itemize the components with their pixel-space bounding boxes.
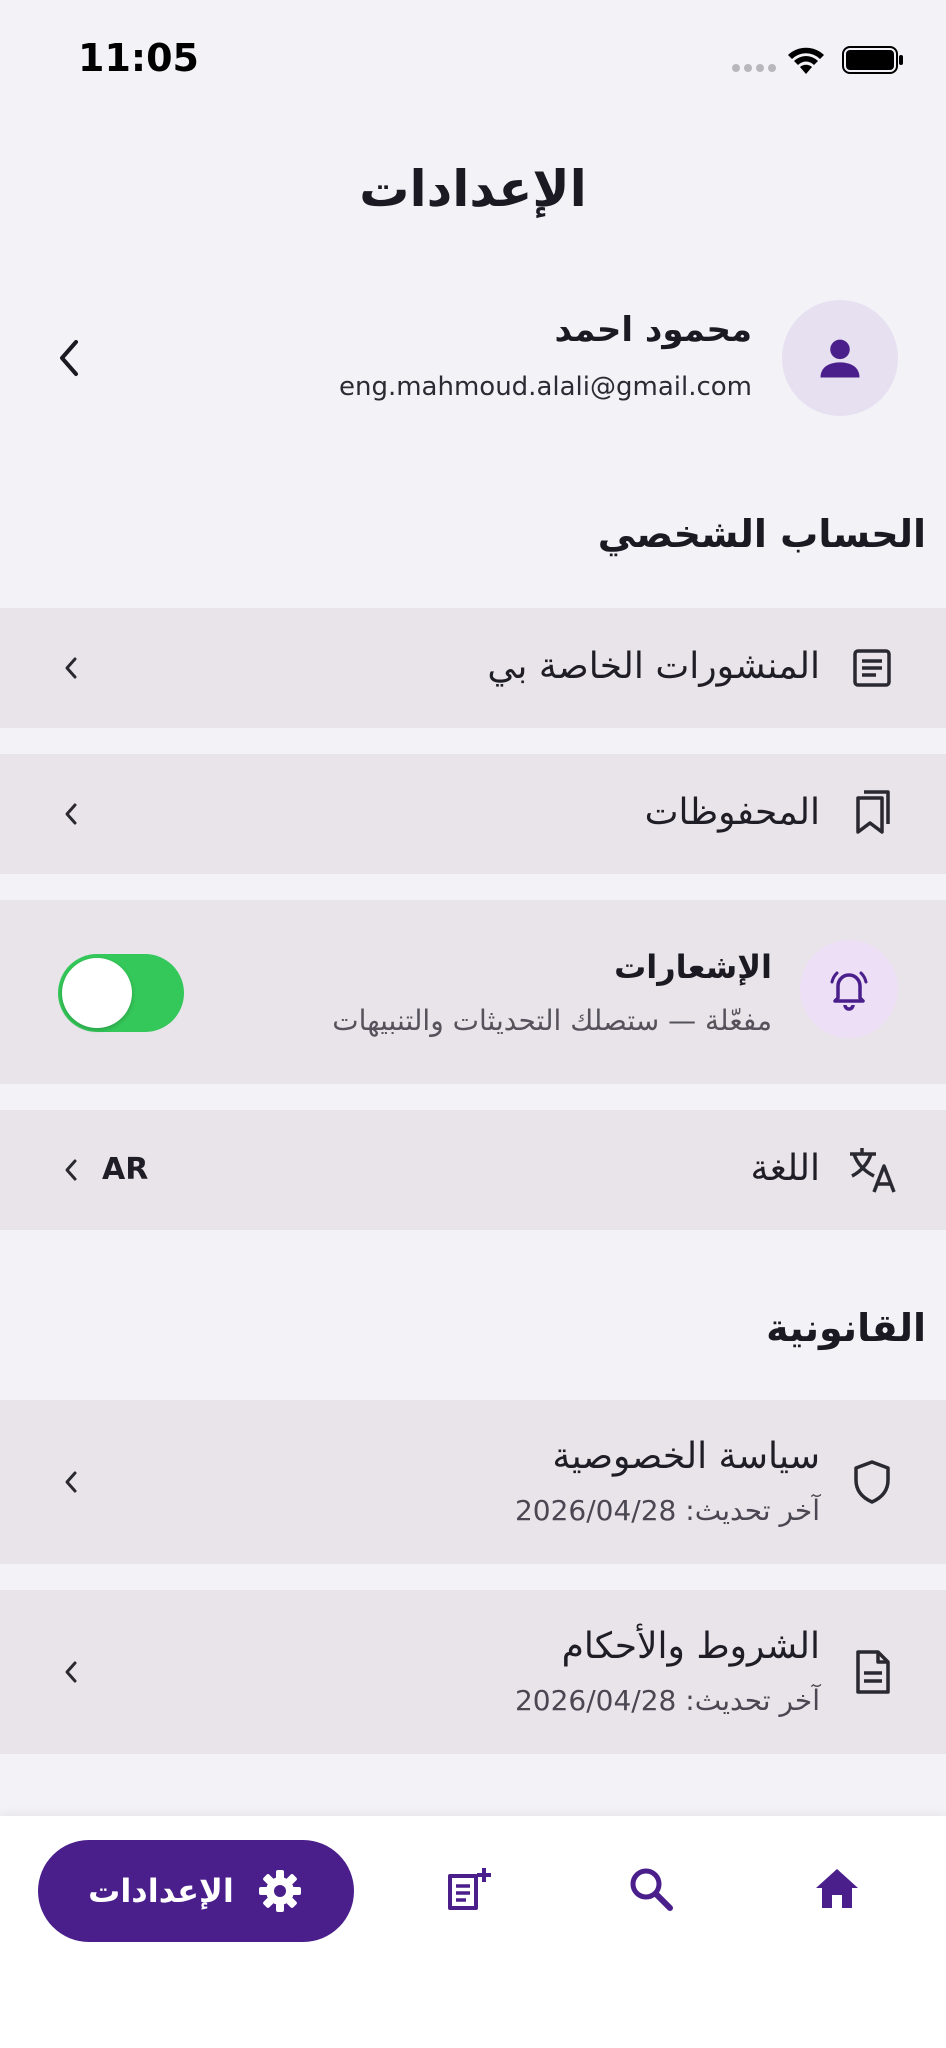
row-language[interactable]: اللغة AR: [0, 1110, 946, 1230]
row-saved[interactable]: المحفوظات: [0, 754, 946, 874]
settings-icon: [258, 1870, 301, 1912]
row-label-notifications: الإشعارات: [614, 948, 772, 986]
profile-email: eng.mahmoud.alali@gmail.com: [338, 372, 752, 402]
section-title-account: الحساب الشخصي: [597, 512, 926, 556]
file-text-icon: [856, 1650, 890, 1694]
row-notifications: الإشعارات مفعّلة — ستصلك التحديثات والتن…: [0, 900, 946, 1084]
status-time: 11:05: [78, 36, 199, 80]
bell-icon: [830, 971, 868, 1011]
wifi-icon: [788, 47, 824, 74]
bottom-navigation: الإعدادات: [0, 1816, 946, 2048]
chevron-left-icon: [65, 1661, 77, 1683]
row-subtitle-notifications: مفعّلة — ستصلك التحديثات والتنبيهات: [332, 1004, 772, 1037]
row-label-saved: المحفوظات: [644, 792, 820, 833]
chevron-left-icon: [65, 803, 77, 825]
chevron-left-icon: [65, 657, 77, 679]
chevron-left-icon: [60, 340, 78, 376]
row-subtitle-terms: آخر تحديث: 2026/04/28: [514, 1684, 820, 1717]
notifications-toggle[interactable]: [58, 954, 184, 1032]
status-bar: 11:05: [0, 0, 946, 120]
profile-name: محمود احمد: [554, 310, 752, 350]
language-value: AR: [102, 1152, 149, 1187]
row-label-privacy: سياسة الخصوصية: [552, 1436, 820, 1477]
row-subtitle-privacy: آخر تحديث: 2026/04/28: [514, 1494, 820, 1527]
home-icon[interactable]: [812, 1864, 862, 1914]
row-terms[interactable]: الشروط والأحكام آخر تحديث: 2026/04/28: [0, 1590, 946, 1754]
row-label-terms: الشروط والأحكام: [561, 1626, 820, 1667]
shield-icon: [854, 1460, 890, 1504]
battery-icon: [842, 46, 903, 74]
row-label-my-posts: المنشورات الخاصة بي: [487, 646, 820, 687]
chevron-left-icon: [65, 1471, 77, 1493]
row-my-posts[interactable]: المنشورات الخاصة بي: [0, 608, 946, 728]
chevron-left-icon: [65, 1159, 77, 1181]
profile-card[interactable]: محمود احمد eng.mahmoud.alali@gmail.com: [0, 300, 946, 420]
page-title: الإعدادات: [359, 160, 587, 218]
settings-screen: 11:05 الإعدادات محمود احمد eng.mahmoud.a…: [0, 0, 946, 2048]
signal-icon: [732, 64, 776, 72]
user-icon: [820, 339, 860, 378]
translate-icon: [850, 1148, 896, 1193]
document-list-icon: [853, 649, 891, 687]
bookmark-icon: [856, 790, 890, 834]
row-label-language: اللغة: [750, 1148, 820, 1189]
section-title-legal: القانونية: [766, 1306, 926, 1350]
nav-settings-button[interactable]: الإعدادات: [38, 1840, 354, 1942]
row-privacy-policy[interactable]: سياسة الخصوصية آخر تحديث: 2026/04/28: [0, 1400, 946, 1564]
search-icon[interactable]: [626, 1864, 676, 1914]
nav-settings-label: الإعدادات: [88, 1872, 234, 1910]
toggle-knob: [62, 958, 132, 1028]
notification-icon-badge: [800, 940, 898, 1038]
avatar: [782, 300, 898, 416]
add-post-icon[interactable]: [444, 1864, 494, 1914]
